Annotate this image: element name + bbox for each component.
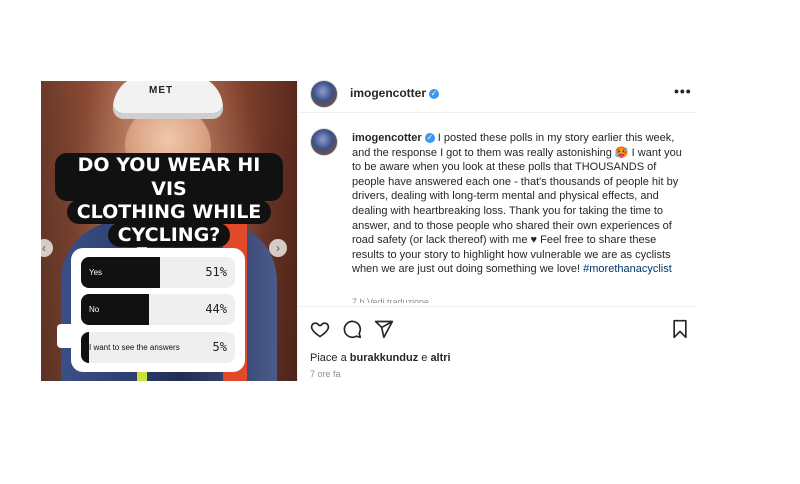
poll-question-line: DO YOU WEAR HI VIS bbox=[55, 153, 283, 201]
instagram-post: MET DO YOU WEAR HI VIS CLOTHING WHILE CY… bbox=[41, 80, 697, 381]
verified-badge-icon: ✓ bbox=[429, 89, 440, 99]
likes-prefix: Piace a bbox=[310, 352, 350, 364]
poll-fill bbox=[81, 332, 89, 363]
avatar[interactable] bbox=[310, 80, 338, 108]
header-username[interactable]: imogencotter ✓ bbox=[350, 86, 440, 100]
poll-option-percent: 5% bbox=[212, 340, 227, 354]
caption-meta: 7 h Vedi traduzione bbox=[352, 297, 430, 303]
likes-user[interactable]: burakkunduz bbox=[350, 352, 418, 364]
actions-divider bbox=[298, 306, 697, 307]
image-helmet: MET bbox=[113, 81, 223, 119]
helmet-brand: MET bbox=[149, 85, 174, 96]
poll-question: DO YOU WEAR HI VIS CLOTHING WHILE CYCLIN… bbox=[55, 153, 283, 247]
comment-icon[interactable] bbox=[342, 319, 362, 339]
post-side-panel: imogencotter ✓ ••• imogencotter ✓ I posted… bbox=[297, 80, 697, 381]
likes-summary: Piace a burakkunduz e altri bbox=[310, 352, 451, 364]
verified-badge-icon: ✓ bbox=[424, 133, 435, 143]
likes-others[interactable]: altri bbox=[430, 352, 450, 364]
poll-option-label: Yes bbox=[89, 268, 103, 277]
header-username-text[interactable]: imogencotter bbox=[350, 86, 426, 100]
action-bar bbox=[298, 319, 697, 341]
poll-question-line: CLOTHING WHILE bbox=[66, 200, 272, 224]
poll-card: Yes 51% No 44% I want to see the answers… bbox=[71, 248, 245, 372]
poll-option-percent: 51% bbox=[205, 265, 227, 279]
post-header: imogencotter ✓ ••• bbox=[298, 80, 697, 108]
heart-icon[interactable] bbox=[310, 319, 330, 339]
more-options-icon[interactable]: ••• bbox=[674, 83, 692, 99]
poll-option-label: No bbox=[89, 305, 100, 314]
poll-option-label: I want to see the answers bbox=[89, 343, 180, 352]
caption-text: I posted these polls in my story earlier… bbox=[352, 132, 682, 276]
likes-middle: e bbox=[418, 352, 431, 364]
caption-avatar[interactable] bbox=[310, 128, 338, 156]
poll-option-no: No 44% bbox=[81, 294, 235, 325]
post-timestamp: 7 ore fa bbox=[310, 369, 341, 379]
caption-username[interactable]: imogencotter bbox=[352, 132, 422, 144]
poll-question-line: CYCLING? bbox=[107, 223, 231, 247]
send-icon[interactable] bbox=[374, 319, 394, 339]
post-image[interactable]: MET DO YOU WEAR HI VIS CLOTHING WHILE CY… bbox=[41, 81, 297, 381]
poll-option-yes: Yes 51% bbox=[81, 257, 235, 288]
post-caption: imogencotter ✓ I posted these polls in my… bbox=[352, 131, 684, 277]
bookmark-icon[interactable] bbox=[670, 319, 690, 339]
poll-option-percent: 44% bbox=[205, 302, 227, 316]
header-divider bbox=[298, 112, 697, 113]
poll-option-see-answers: I want to see the answers 5% bbox=[81, 332, 235, 363]
caption-hashtag[interactable]: #morethanacyclist bbox=[583, 263, 672, 275]
next-image-button[interactable]: › bbox=[269, 239, 287, 257]
